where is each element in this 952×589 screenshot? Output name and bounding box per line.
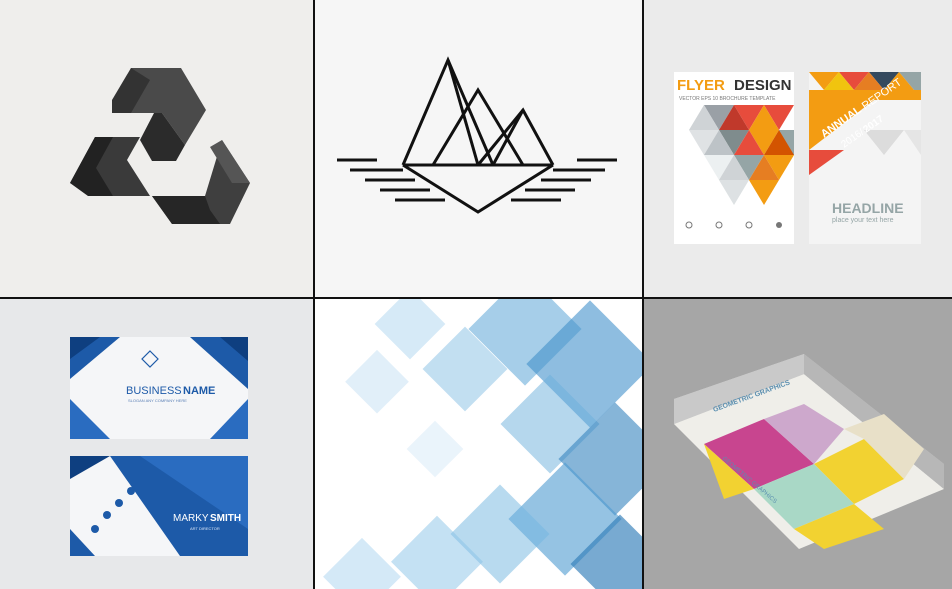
flyer-title-part2: DESIGN [734, 77, 792, 94]
business-name-part1: BUSINESS [126, 385, 182, 397]
tile-geometric-book[interactable]: GEOMETRIC GRAPHICS GEOMETRIC GRAPHICS [644, 299, 952, 589]
recycle-logo-icon [70, 68, 250, 224]
business-name-part2: NAME [183, 385, 215, 397]
tile-flyer-brochure[interactable]: FLYER DESIGN VECTOR EPS 10 BROCHURE TEMP… [644, 0, 952, 297]
flyer-subtitle: VECTOR EPS 10 BROCHURE TEMPLATE [679, 96, 776, 102]
card-person-part2: SMITH [210, 513, 241, 524]
image-grid: FLYER DESIGN VECTOR EPS 10 BROCHURE TEMP… [0, 0, 952, 589]
headline-subtext: place your text here [832, 217, 894, 224]
mountain-logo-icon [337, 56, 617, 214]
card-person-part1: MARKY [173, 513, 209, 524]
flyer-front-page: FLYER DESIGN VECTOR EPS 10 BROCHURE TEMP… [674, 72, 794, 244]
tile-mountain-logo[interactable] [315, 0, 642, 297]
card-role: ART DIRECTOR [190, 526, 220, 531]
business-tagline: SLOGAN ANY COMPANY HERE [128, 398, 187, 403]
blue-squares-pattern [323, 299, 642, 589]
business-card-back: MARKY SMITH ART DIRECTOR [70, 456, 248, 556]
headline-text: HEADLINE [832, 200, 904, 216]
book-mockup: GEOMETRIC GRAPHICS GEOMETRIC GRAPHICS [674, 354, 944, 549]
tile-business-cards[interactable]: BUSINESS NAME SLOGAN ANY COMPANY HERE MA… [0, 299, 313, 589]
annual-report-page: ANNUAL REPORT 2016/ 2017 HEADLINE place … [809, 72, 921, 244]
tile-recycle-logo[interactable] [0, 0, 313, 297]
tile-blue-squares[interactable] [315, 299, 642, 589]
business-card-front: BUSINESS NAME SLOGAN ANY COMPANY HERE [70, 337, 248, 439]
flyer-title-part1: FLYER [677, 77, 725, 94]
